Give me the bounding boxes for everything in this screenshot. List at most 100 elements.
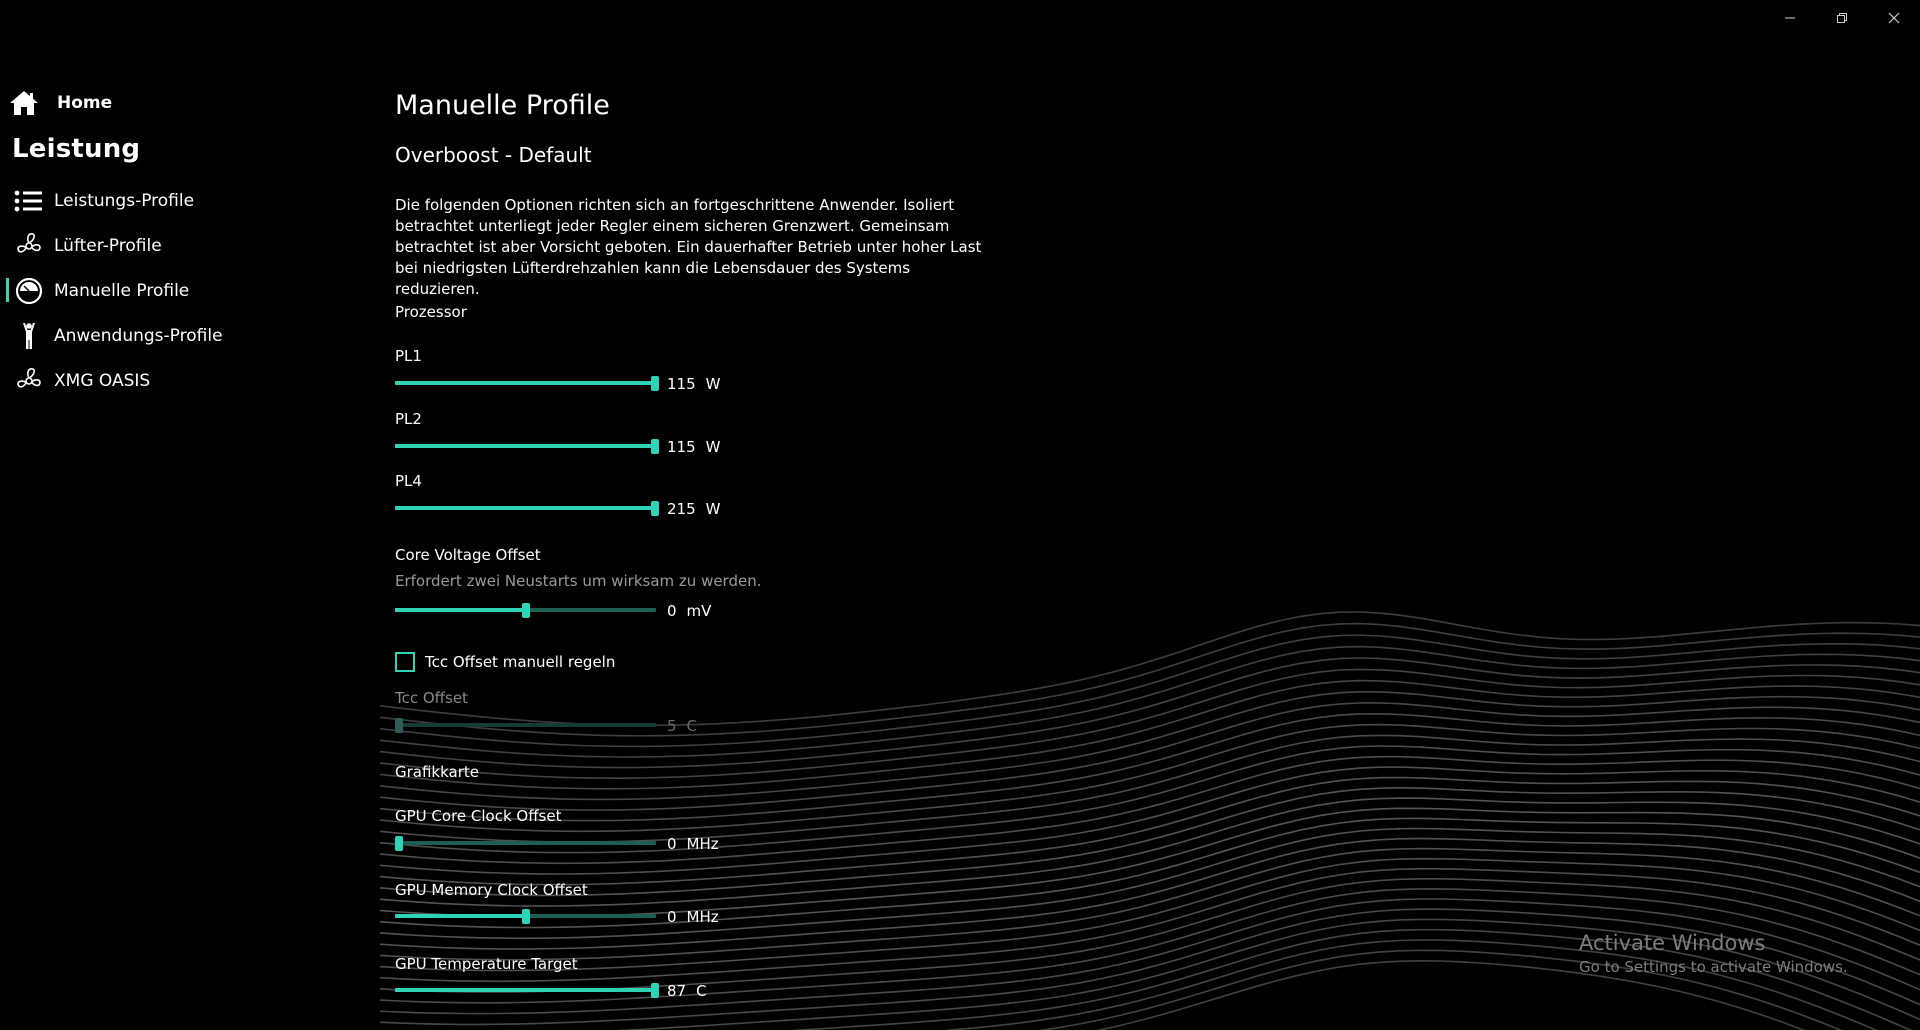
value-number: 0 [667,908,677,926]
fan-icon [14,231,44,261]
gpu-core-clock-slider[interactable] [395,832,656,854]
slider-fill [395,506,656,510]
minimize-icon [1785,17,1795,19]
gpu-temp-target-label: GPU Temperature Target [395,955,578,973]
gpu-heading: Grafikkarte [395,763,480,781]
tcc-offset-checkbox[interactable]: Tcc Offset manuell regeln [395,652,615,672]
gpu-memory-clock-slider[interactable] [395,905,656,927]
minimize-button[interactable] [1764,0,1816,36]
gauge-icon [14,276,44,306]
pl2-label: PL2 [395,410,422,428]
watermark-subtitle: Go to Settings to activate Windows. [1579,958,1848,976]
tcc-offset-slider [395,714,656,736]
sidebar-item-label: Lüfter-Profile [54,235,162,256]
value-number: 115 [667,375,696,393]
pl2-value: 115 W [667,438,720,456]
slider-thumb[interactable] [521,909,530,924]
pl4-slider[interactable] [395,497,659,519]
value-number: 215 [667,500,696,518]
sidebar-item-luefter-profile[interactable]: Lüfter-Profile [0,223,380,268]
slider-thumb[interactable] [651,439,659,454]
pl1-label: PL1 [395,347,422,365]
slider-thumb[interactable] [651,501,659,516]
value-number: 115 [667,438,696,456]
gpu-core-clock-value: 0 MHz [667,835,719,853]
core-voltage-hint: Erfordert zwei Neustarts um wirksam zu w… [395,572,762,590]
selection-indicator [6,368,9,392]
sidebar-item-label: Manuelle Profile [54,280,190,301]
main-content: Manuelle Profile Overboost - Default Die… [395,0,1095,1030]
core-voltage-value: 0 mV [667,602,711,620]
tcc-offset-value: 5C [667,717,697,735]
value-unit: W [705,438,721,456]
sidebar-nav: Leistungs-Profile Lüfter-Profile Manuell… [0,178,380,403]
tcc-offset-label: Tcc Offset [395,689,468,707]
gpu-memory-clock-value: 0 MHz [667,908,719,926]
slider-thumb [395,718,403,733]
gpu-temp-target-value: 87 C [667,982,707,1000]
restore-icon [1837,13,1847,23]
selection-indicator [6,278,9,302]
fan-icon [14,366,44,396]
pl2-slider[interactable] [395,435,659,457]
section-title: Leistung [12,134,141,164]
list-icon [14,186,44,216]
restore-button[interactable] [1816,0,1868,36]
close-button[interactable] [1868,0,1920,36]
selection-indicator [6,233,9,257]
pl1-slider[interactable] [395,372,659,394]
slider-thumb[interactable] [651,983,659,998]
home-icon [8,88,40,118]
slider-thumb[interactable] [651,376,659,391]
slider-track [395,841,656,845]
value-unit: MHz [686,908,719,926]
sidebar-item-xmg-oasis[interactable]: XMG OASIS [0,358,380,403]
home-label: Home [57,93,113,113]
sidebar-item-label: XMG OASIS [54,370,151,391]
value-unit: C [686,717,698,735]
slider-fill [395,914,526,918]
gpu-core-clock-label: GPU Core Clock Offset [395,807,562,825]
core-voltage-slider[interactable] [395,599,656,621]
home-button[interactable]: Home [8,86,112,120]
sidebar-item-anwendungs-profile[interactable]: Anwendungs-Profile [0,313,380,358]
pl4-label: PL4 [395,472,422,490]
window-controls [1764,0,1920,36]
core-voltage-label: Core Voltage Offset [395,546,541,564]
slider-thumb[interactable] [395,836,403,851]
sidebar-item-leistungs-profile[interactable]: Leistungs-Profile [0,178,380,223]
slider-fill [395,381,656,385]
activation-watermark: Activate Windows Go to Settings to activ… [1579,930,1848,978]
value-unit: MHz [686,835,719,853]
slider-fill [395,988,656,992]
pl4-value: 215 W [667,500,720,518]
sidebar: Home Leistung Leistungs-Profile Lüfter-P… [0,0,380,1030]
value-unit: W [705,375,721,393]
slider-fill [395,608,526,612]
checkbox-label: Tcc Offset manuell regeln [425,653,616,671]
pl1-value: 115 W [667,375,720,393]
value-number: 87 [667,982,687,1000]
profile-subtitle: Overboost - Default [395,143,592,167]
slider-track [395,723,656,727]
description-text: Die folgenden Optionen richten sich an f… [395,196,982,298]
value-unit: C [696,982,707,1000]
gpu-memory-clock-label: GPU Memory Clock Offset [395,881,588,899]
selection-indicator [6,188,9,212]
value-unit: W [705,500,721,518]
sidebar-item-manuelle-profile[interactable]: Manuelle Profile [0,268,380,313]
close-icon [1888,12,1900,24]
slider-fill [395,444,656,448]
person-icon [14,321,44,351]
watermark-title: Activate Windows [1579,931,1766,955]
processor-heading: Prozessor [395,303,467,321]
sidebar-item-label: Leistungs-Profile [54,190,195,211]
value-number: 0 [667,835,677,853]
selection-indicator [6,323,9,347]
value-number: 5 [667,717,677,735]
sidebar-item-label: Anwendungs-Profile [54,325,223,346]
page-title: Manuelle Profile [395,90,610,121]
slider-thumb[interactable] [521,603,530,618]
checkbox-box[interactable] [395,652,415,672]
gpu-temp-target-slider[interactable] [395,979,659,1001]
